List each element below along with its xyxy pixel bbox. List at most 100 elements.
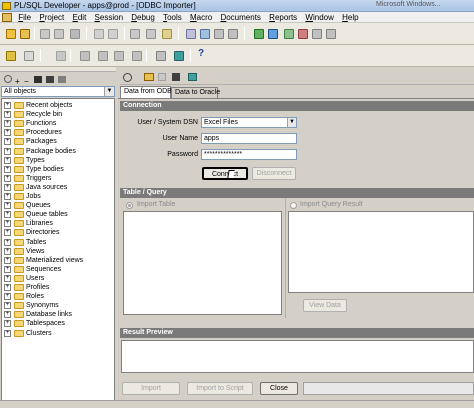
query-editor[interactable] [288, 211, 474, 293]
remove-icon[interactable]: − [24, 77, 29, 86]
chevron-down-icon[interactable]: ▼ [104, 87, 114, 96]
cut-icon[interactable] [130, 29, 140, 39]
copy-icon[interactable] [158, 73, 166, 81]
tree-item[interactable]: + Triggers [2, 174, 114, 183]
copy-icon[interactable] [146, 29, 156, 39]
open-folder-icon[interactable] [144, 73, 154, 81]
report-icon[interactable] [156, 51, 166, 61]
open-folder-icon[interactable] [20, 29, 30, 39]
sql-window-icon[interactable] [80, 51, 90, 61]
command-window-icon[interactable] [98, 51, 108, 61]
replace-icon[interactable] [214, 29, 224, 39]
logon-icon[interactable] [24, 51, 34, 61]
test-window-icon[interactable] [132, 51, 142, 61]
tree-item[interactable]: + Jobs [2, 192, 114, 201]
dsn-select[interactable]: Excel Files ▼ [201, 117, 297, 128]
menu-documents[interactable]: Documents [217, 12, 263, 23]
expand-icon[interactable]: + [4, 320, 11, 328]
tree-item[interactable]: + Java sources [2, 183, 114, 192]
paste-icon[interactable] [162, 29, 172, 39]
expand-icon[interactable]: + [4, 211, 11, 219]
tree-item[interactable]: + Package bodies [2, 147, 114, 156]
menu-reports[interactable]: Reports [266, 12, 300, 23]
tree-item[interactable]: + Queues [2, 201, 114, 210]
tree-item[interactable]: + Tablespaces [2, 319, 114, 328]
database-icon[interactable] [188, 73, 197, 81]
tree-item[interactable]: + Recent objects [2, 101, 114, 110]
disconnect-button[interactable]: Disconnect [252, 167, 296, 180]
undo-icon[interactable] [94, 29, 104, 39]
expand-icon[interactable]: + [4, 202, 11, 210]
menu-help[interactable]: Help [339, 12, 361, 23]
connect-button[interactable]: Connect [202, 167, 248, 180]
expand-icon[interactable]: + [4, 129, 11, 137]
tab-data-from-odbc[interactable]: Data from ODBC [120, 86, 177, 98]
find-next-icon[interactable] [200, 29, 210, 39]
goto-icon[interactable] [228, 29, 238, 39]
commit-icon[interactable] [284, 29, 294, 39]
menu-window[interactable]: Window [302, 12, 336, 23]
tree-item[interactable]: + Procedures [2, 128, 114, 137]
close-button[interactable]: Close [260, 382, 298, 395]
expand-icon[interactable]: + [4, 111, 11, 119]
add-icon[interactable]: + [15, 77, 20, 86]
expand-icon[interactable]: + [4, 138, 11, 146]
expand-icon[interactable]: + [4, 256, 11, 264]
expand-icon[interactable]: + [4, 165, 11, 173]
execute-icon[interactable] [254, 29, 264, 39]
key-icon[interactable] [6, 51, 16, 61]
redo-icon[interactable] [108, 29, 118, 39]
object-filter-select[interactable]: All objects ▼ [1, 86, 115, 97]
chevron-down-icon[interactable]: ▼ [287, 118, 296, 127]
odbc-icon[interactable] [174, 51, 184, 61]
filter-icon[interactable] [46, 76, 54, 83]
expand-icon[interactable]: + [4, 229, 11, 237]
tree-item[interactable]: + Database links [2, 310, 114, 319]
tab-data-to-oracle[interactable]: Data to Oracle [171, 87, 220, 98]
expand-icon[interactable]: + [4, 193, 11, 200]
tree-item[interactable]: + Recycle bin [2, 110, 114, 119]
tree-item[interactable]: + Materialized views [2, 256, 114, 265]
result-preview-grid[interactable] [121, 340, 474, 373]
expand-icon[interactable]: + [4, 174, 11, 182]
menu-edit[interactable]: Edit [70, 12, 90, 23]
tree-item[interactable]: + Directories [2, 228, 114, 237]
find-icon[interactable] [186, 29, 196, 39]
tree-item[interactable]: + Tables [2, 238, 114, 247]
import-table-radio[interactable] [126, 202, 133, 209]
expand-icon[interactable]: + [4, 311, 11, 319]
tree-item[interactable]: + Functions [2, 119, 114, 128]
menu-project[interactable]: Project [36, 12, 67, 23]
tree-item[interactable]: + Users [2, 274, 114, 283]
tree-item[interactable]: + Type bodies [2, 165, 114, 174]
rollback-icon[interactable] [298, 29, 308, 39]
expand-icon[interactable]: + [4, 120, 11, 128]
explain-window-icon[interactable] [114, 51, 124, 61]
tree-item[interactable]: + Queue tables [2, 210, 114, 219]
explain-icon[interactable] [326, 29, 336, 39]
new-icon[interactable] [6, 29, 16, 39]
tree-item[interactable]: + Libraries [2, 219, 114, 228]
save-icon[interactable] [40, 29, 50, 39]
menu-file[interactable]: File [15, 12, 34, 23]
view-data-button[interactable]: View Data [303, 299, 347, 312]
expand-icon[interactable]: + [4, 293, 11, 301]
menu-debug[interactable]: Debug [128, 12, 158, 23]
import-query-radio[interactable] [290, 202, 297, 209]
expand-icon[interactable]: + [4, 102, 11, 109]
import-to-script-button[interactable]: Import to Script [187, 382, 253, 395]
tree-item[interactable]: + Views [2, 247, 114, 256]
object-tree[interactable]: + Recent objects + Recycle bin + Functions + Pr… [1, 98, 115, 404]
expand-icon[interactable]: + [4, 220, 11, 228]
step-icon[interactable] [268, 29, 278, 39]
tree-item[interactable]: + Profiles [2, 283, 114, 292]
binoculars-icon[interactable] [34, 76, 42, 83]
menu-macro[interactable]: Macro [187, 12, 215, 23]
password-field[interactable]: ************** [201, 149, 297, 160]
expand-icon[interactable]: + [4, 147, 11, 155]
tree-item[interactable]: + Sequences [2, 265, 114, 274]
break-icon[interactable] [312, 29, 322, 39]
expand-icon[interactable]: + [4, 156, 11, 164]
compile-icon[interactable] [56, 51, 66, 61]
tree-item[interactable]: + Synonyms [2, 301, 114, 310]
